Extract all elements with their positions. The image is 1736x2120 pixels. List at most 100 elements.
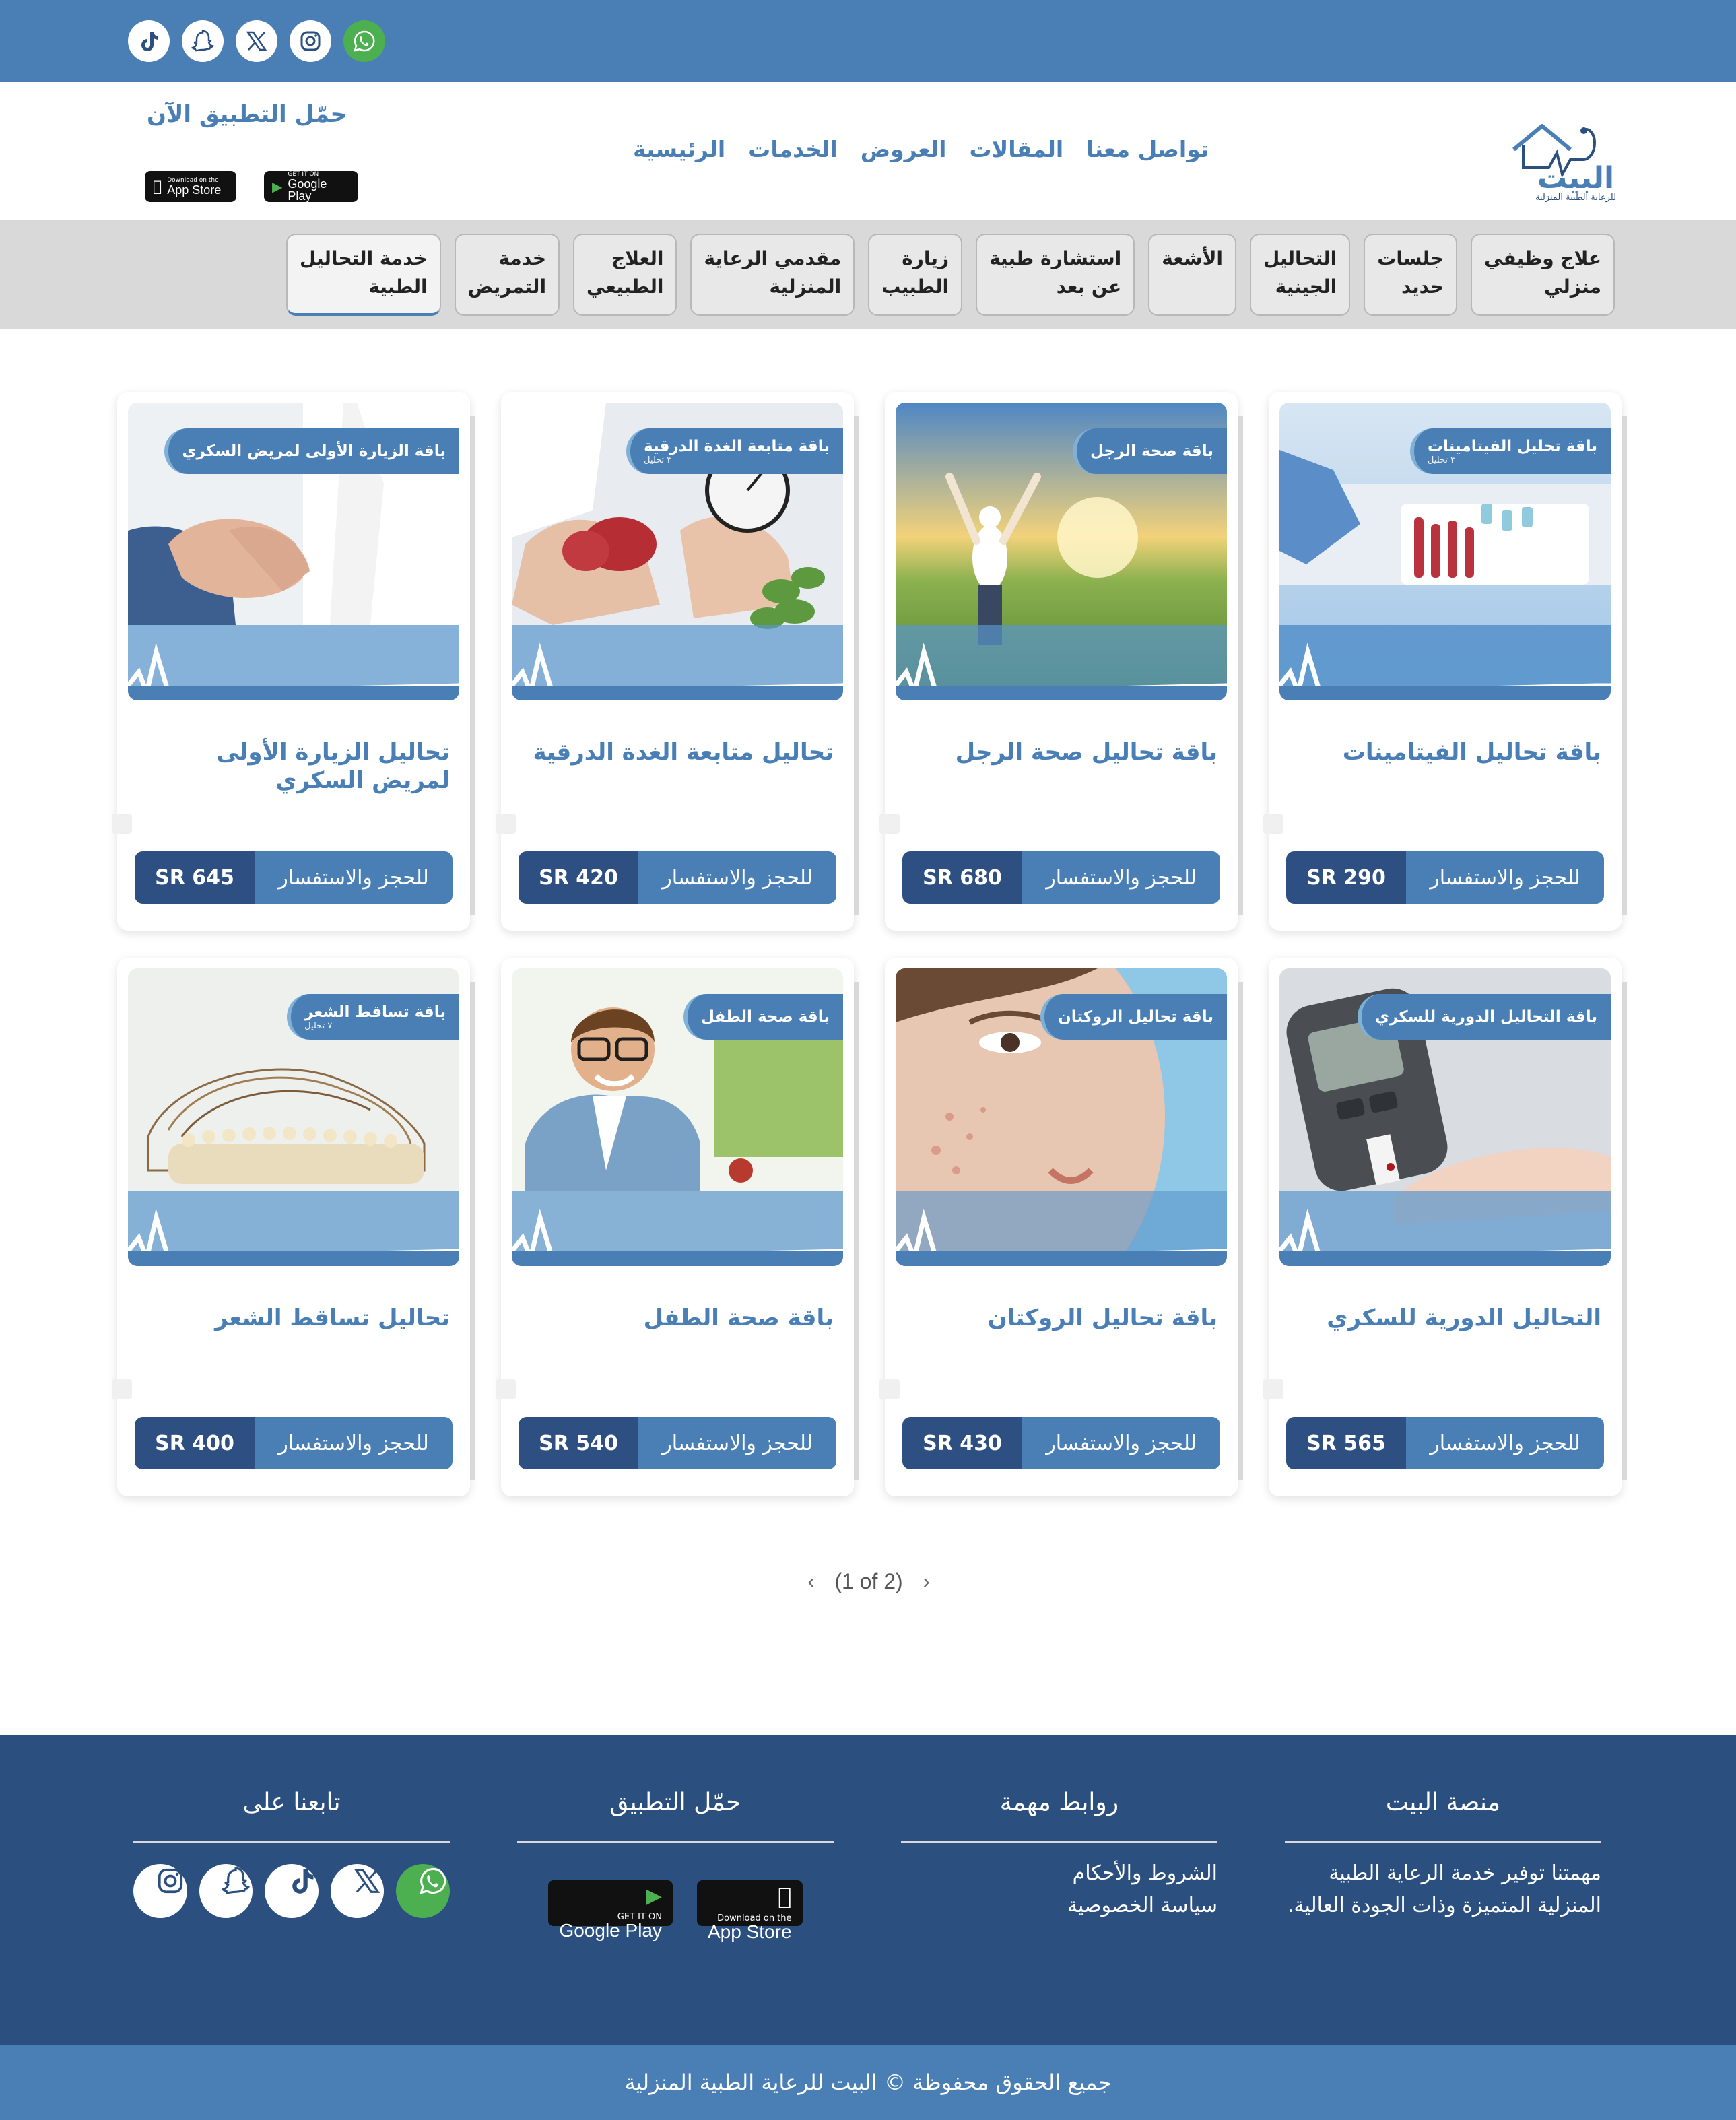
package-price: SR 565: [1286, 1417, 1406, 1469]
book-button[interactable]: للحجز والاستفسار SR 400: [135, 1417, 453, 1469]
apple-icon: : [153, 178, 162, 195]
package-image: باقة متابعة الغدة الدرقية ٣ تحليل: [512, 403, 843, 700]
book-button[interactable]: للحجز والاستفسار SR 420: [519, 851, 836, 904]
package-price: SR 645: [135, 851, 255, 904]
x-icon[interactable]: [236, 20, 277, 62]
package-image: باقة صحة الرجل: [896, 403, 1227, 700]
book-button[interactable]: للحجز والاستفسار SR 290: [1286, 851, 1604, 904]
category-home-occupational-therapy[interactable]: علاج وظيفي منزلي: [1470, 234, 1615, 316]
footer-follow: تابعنا على: [133, 1789, 450, 1918]
nav-articles[interactable]: المقالات: [969, 136, 1063, 162]
package-badge: باقة تحليل الفيتامينات ٣ تحليل: [1409, 428, 1611, 474]
nav-home[interactable]: الرئيسية: [633, 136, 725, 162]
apple-icon: : [778, 1883, 791, 1910]
top-social-links: [128, 20, 385, 62]
package-card[interactable]: باقة تساقط الشعر ٧ تحليل تحاليل تساقط الش…: [112, 958, 475, 1496]
site-logo[interactable]: البيت للرعاية الطبية المنزلية: [1508, 112, 1627, 203]
nav-contact[interactable]: تواصل معنا: [1086, 136, 1209, 162]
package-price: SR 400: [135, 1417, 255, 1469]
package-title[interactable]: تحاليل الزيارة الأولى لمريض السكري: [140, 738, 450, 795]
google-play-button[interactable]: ▶ GET IT ON Google Play: [264, 171, 358, 202]
package-title[interactable]: باقة تحاليل الفيتامينات: [1292, 738, 1601, 766]
package-image: باقة تساقط الشعر ٧ تحليل: [128, 968, 459, 1266]
book-button[interactable]: للحجز والاستفسار SR 430: [902, 1417, 1220, 1469]
tiktok-icon[interactable]: [128, 20, 170, 62]
nav-offers[interactable]: العروض: [861, 136, 947, 162]
main-nav: الرئيسية الخدمات العروض المقالات تواصل م…: [633, 136, 1212, 162]
logo-tagline: للرعاية الطبية المنزلية: [1535, 193, 1616, 203]
package-title[interactable]: تحاليل تساقط الشعر: [140, 1304, 450, 1332]
package-price: SR 420: [519, 851, 638, 904]
package-title[interactable]: تحاليل متابعة الغدة الدرقية: [524, 738, 834, 766]
package-badge: باقة التحاليل الدورية للسكري: [1357, 994, 1611, 1040]
copyright-text: جميع الحقوق محفوظة © البيت للرعاية الطبي…: [624, 2069, 1112, 2095]
whatsapp-icon[interactable]: [396, 1864, 450, 1918]
package-title[interactable]: التحاليل الدورية للسكري: [1292, 1304, 1601, 1332]
app-store-button[interactable]:  Download on theApp Store: [145, 171, 236, 202]
package-badge: باقة صحة الطفل: [683, 994, 843, 1040]
package-price: SR 290: [1286, 851, 1406, 904]
footer-download: حمّل التطبيق ▶ GET IT ONGoogle Play  Do…: [517, 1789, 834, 1942]
packages-grid: باقة تحليل الفيتامينات ٣ تحليل باقة تحالي…: [112, 392, 1627, 1496]
package-card[interactable]: باقة صحة الطفل باقة صحة الطفل للحجز والا…: [496, 958, 859, 1496]
package-image: باقة الزيارة الأولى لمريض السكري: [128, 403, 459, 700]
package-price: SR 540: [519, 1417, 638, 1469]
package-card[interactable]: باقة الزيارة الأولى لمريض السكري تحاليل …: [112, 392, 475, 931]
package-price: SR 680: [902, 851, 1022, 904]
footer-download-title: حمّل التطبيق: [609, 1789, 741, 1816]
download-app-heading: حمّل التطبيق الآن: [147, 101, 347, 128]
privacy-link[interactable]: سياسة الخصوصية: [901, 1890, 1217, 1922]
package-title[interactable]: باقة صحة الطفل: [524, 1304, 834, 1332]
package-badge: باقة متابعة الغدة الدرقية ٣ تحليل: [626, 428, 843, 474]
category-doctor-visit[interactable]: زيارة الطبيب: [868, 234, 963, 316]
chevron-right-icon[interactable]: ›: [923, 1570, 930, 1593]
category-telemedicine[interactable]: استشارة طبية عن بعد: [976, 234, 1135, 316]
terms-link[interactable]: الشروط والأحكام: [901, 1857, 1217, 1890]
book-button[interactable]: للحجز والاستفسار SR 540: [519, 1417, 836, 1469]
instagram-icon[interactable]: [133, 1864, 187, 1918]
snapchat-icon[interactable]: [182, 20, 224, 62]
category-nursing[interactable]: خدمة التمريض: [454, 234, 560, 316]
snapchat-icon[interactable]: [199, 1864, 253, 1918]
footer-platform: منصة البيت مهمتنا توفير خدمة الرعاية الط…: [1285, 1789, 1601, 1922]
footer-platform-text: مهمتنا توفير خدمة الرعاية الطبية المنزلي…: [1287, 1861, 1601, 1917]
google-play-icon: ▶: [272, 178, 283, 195]
site-header: حمّل التطبيق الآن  Download on theApp S…: [0, 82, 1736, 220]
package-card[interactable]: باقة صحة الرجل باقة تحاليل صحة الرجل للح…: [879, 392, 1243, 931]
x-icon[interactable]: [330, 1864, 385, 1918]
copyright-bar: جميع الحقوق محفوظة © البيت للرعاية الطبي…: [0, 2045, 1736, 2120]
site-footer: منصة البيت مهمتنا توفير خدمة الرعاية الط…: [0, 1735, 1736, 2045]
chevron-left-icon[interactable]: ‹: [807, 1570, 814, 1593]
google-play-button[interactable]: ▶ GET IT ON Google Play: [548, 1880, 673, 1940]
logo-wordmark: البيت: [1537, 161, 1614, 195]
package-image: باقة تحليل الفيتامينات ٣ تحليل: [1279, 403, 1611, 700]
package-badge: باقة تحاليل الروكتان: [1040, 994, 1227, 1040]
package-card[interactable]: باقة تحاليل الروكتان باقة تحاليل الروكتا…: [879, 958, 1243, 1496]
category-iron-sessions[interactable]: جلسات حديد: [1364, 234, 1457, 316]
package-image: باقة صحة الطفل: [512, 968, 843, 1266]
whatsapp-icon[interactable]: [343, 20, 385, 62]
category-radiology[interactable]: الأشعة: [1148, 234, 1237, 316]
category-bar: خدمة التحاليل الطبية خدمة التمريض العلاج ال…: [0, 220, 1736, 329]
package-card[interactable]: باقة تحليل الفيتامينات ٣ تحليل باقة تحالي…: [1263, 392, 1627, 931]
package-title[interactable]: باقة تحاليل صحة الرجل: [908, 738, 1217, 766]
category-lab-tests[interactable]: خدمة التحاليل الطبية: [286, 234, 441, 316]
footer-links-title: روابط مهمة: [999, 1789, 1119, 1816]
package-badge: باقة صحة الرجل: [1073, 428, 1227, 474]
instagram-icon[interactable]: [290, 20, 331, 62]
footer-platform-title: منصة البيت: [1385, 1789, 1501, 1816]
nav-services[interactable]: الخدمات: [748, 136, 838, 162]
category-genetic-tests[interactable]: التحاليل الجينية: [1250, 234, 1351, 316]
book-button[interactable]: للحجز والاستفسار SR 680: [902, 851, 1220, 904]
app-store-button[interactable]:  Download on theApp Store: [697, 1880, 803, 1942]
package-price: SR 430: [902, 1417, 1022, 1469]
package-card[interactable]: باقة التحاليل الدورية للسكري التحاليل ال…: [1263, 958, 1627, 1496]
category-home-caregivers[interactable]: مقدمي الرعاية المنزلية: [690, 234, 855, 316]
package-badge: باقة تساقط الشعر ٧ تحليل: [287, 994, 459, 1040]
package-title[interactable]: باقة تحاليل الروكتان: [908, 1304, 1217, 1332]
book-button[interactable]: للحجز والاستفسار SR 565: [1286, 1417, 1604, 1469]
category-physiotherapy[interactable]: العلاج الطبيعي: [573, 234, 677, 316]
tiktok-icon[interactable]: [265, 1864, 319, 1918]
package-card[interactable]: باقة متابعة الغدة الدرقية ٣ تحليل تحاليل …: [496, 392, 859, 931]
book-button[interactable]: للحجز والاستفسار SR 645: [135, 851, 453, 904]
